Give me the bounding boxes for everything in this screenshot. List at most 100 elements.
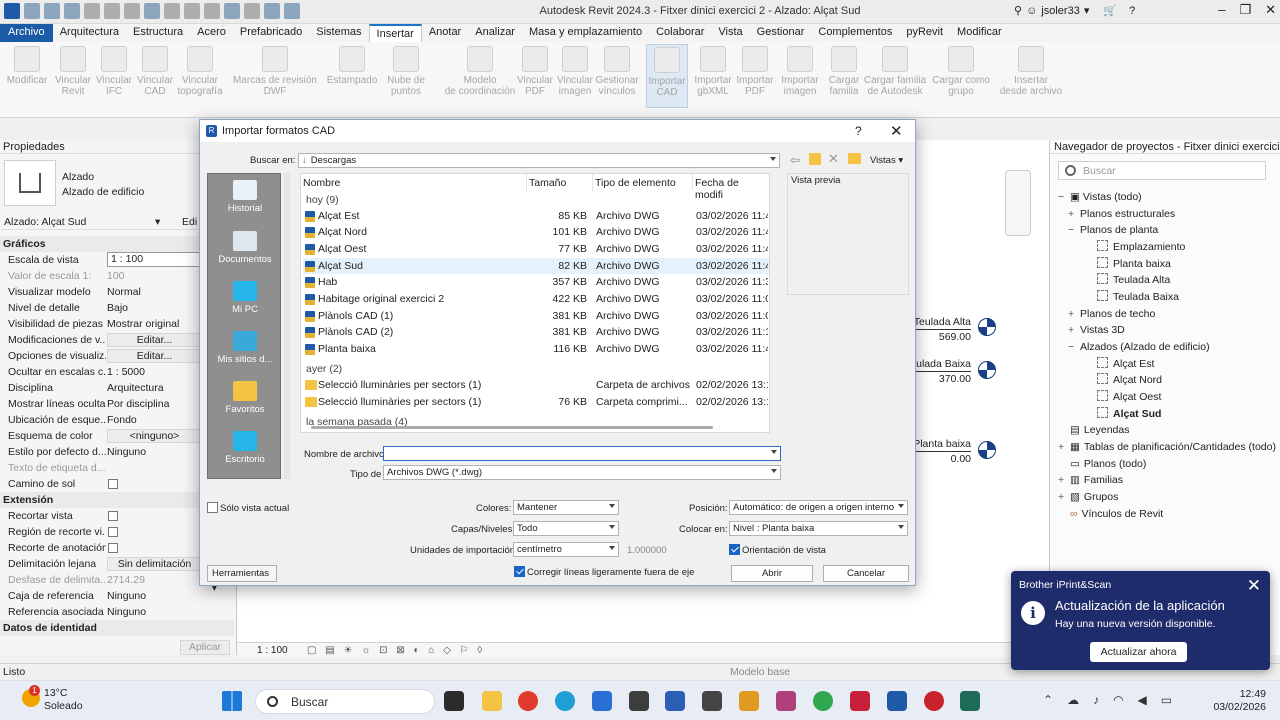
file-explorer-icon[interactable]	[482, 691, 502, 711]
views-menu-button[interactable]: Vistas ▾	[870, 155, 903, 166]
tree-revit-links[interactable]: ∞ Vínculos de Revit	[1070, 506, 1163, 522]
close-windows-icon[interactable]	[284, 3, 300, 19]
place-mis-sitios[interactable]: Mis sitios d...	[208, 331, 282, 365]
browser-search-input[interactable]: Buscar	[1058, 161, 1266, 180]
tree-ceiling-plans[interactable]: + Planos de techo	[1068, 306, 1155, 322]
scale-input[interactable]: 1 : 100	[107, 252, 202, 267]
tree-groups[interactable]: + ▧ Grupos	[1058, 489, 1118, 505]
column-tipo[interactable]: Tipo de elemento	[593, 174, 693, 191]
filename-input[interactable]	[383, 446, 781, 461]
user-account[interactable]: ⚲ ☺ jsoler33 ▾ 🛒 ?	[1014, 4, 1135, 18]
help-icon[interactable]: ?	[1129, 5, 1135, 17]
tab-anotar[interactable]: Anotar	[422, 24, 468, 42]
sync-icon[interactable]	[84, 3, 100, 19]
crop-view-checkbox[interactable]	[108, 511, 118, 521]
color-scheme-button[interactable]: <ninguno>	[107, 429, 202, 443]
place-documentos[interactable]: Documentos	[208, 231, 282, 265]
colors-select[interactable]: Mantener	[513, 500, 619, 515]
navigation-bar[interactable]	[1005, 170, 1031, 236]
ribbon-modificar[interactable]: Modificar	[2, 46, 52, 86]
help-button[interactable]: ?	[855, 124, 862, 138]
file-row[interactable]: Plànols CAD (2) 381 KB Archivo DWG 03/02/20…	[303, 324, 769, 340]
system-tray[interactable]: ⌃ ☁ ♪ ◠ ◀ ▭	[1043, 693, 1172, 707]
tree-item-alcat-nord[interactable]: Alçat Nord	[1097, 372, 1162, 388]
ribbon-modelo-coordinacion[interactable]: Modelo de coordinación	[440, 46, 520, 97]
file-row[interactable]: Alçat Oest 77 KB Archivo DWG 03/02/2026 11:…	[303, 241, 769, 257]
level-head-icon[interactable]	[978, 441, 996, 459]
level-head-icon[interactable]	[978, 361, 996, 379]
close-icon[interactable]: ✕	[1265, 2, 1276, 18]
file-row[interactable]: Selecció lluminàries per sectors (1) 76 K…	[303, 394, 769, 410]
file-row[interactable]: Habitage original exercici 2 422 KB Archiv…	[303, 291, 769, 307]
view-control-icons[interactable]: ▢ ▤ ☀ ☼ ⊡ ⊠ ◐ ⌂ ◇ ⚐ ◊	[307, 645, 485, 656]
column-nombre[interactable]: Nombre	[301, 174, 527, 191]
column-fecha[interactable]: Fecha de modifi	[693, 174, 769, 201]
horizontal-scrollbar[interactable]	[311, 426, 713, 429]
dwg-viewer-icon[interactable]	[702, 691, 722, 711]
tree-schedules[interactable]: + ▦ Tablas de planificación/Cantidades (to…	[1058, 439, 1276, 455]
ribbon-insertar-archivo[interactable]: Insertar desde archivo	[998, 46, 1064, 97]
open-icon[interactable]	[44, 3, 60, 19]
ribbon-cargar-grupo[interactable]: Cargar como grupo	[930, 46, 992, 97]
tab-vista[interactable]: Vista	[711, 24, 749, 42]
ribbon-importar-cad[interactable]: Importar CAD	[646, 44, 688, 108]
file-row[interactable]: Planta baixa 116 KB Archivo DWG 03/02/2026 …	[303, 341, 769, 357]
windows-start-icon[interactable]	[222, 691, 242, 711]
tab-pyrevit[interactable]: pyRevit	[899, 24, 950, 42]
task-view-icon[interactable]	[444, 691, 464, 711]
edit-display-button[interactable]: Editar...	[107, 349, 202, 363]
crop-region-checkbox[interactable]	[108, 527, 118, 537]
layers-select[interactable]: Todo	[513, 521, 619, 536]
tab-sistemas[interactable]: Sistemas	[309, 24, 368, 42]
places-scrollbar[interactable]	[284, 173, 290, 479]
print-icon[interactable]	[144, 3, 160, 19]
apply-button[interactable]: Aplicar	[180, 640, 230, 655]
word-icon[interactable]	[665, 691, 685, 711]
tree-item-alcat-est[interactable]: Alçat Est	[1097, 356, 1154, 372]
record-icon[interactable]	[924, 691, 944, 711]
redo-icon[interactable]	[124, 3, 140, 19]
weather-widget[interactable]: 1 13°C Soleado	[22, 685, 83, 713]
units-select[interactable]: centímetro	[513, 542, 619, 557]
sun-path-checkbox[interactable]	[108, 479, 118, 489]
maximize-icon[interactable]: ❐	[1239, 2, 1251, 18]
tab-prefabricado[interactable]: Prefabricado	[233, 24, 309, 42]
place-favoritos[interactable]: Favoritos	[208, 381, 282, 415]
ribbon-vincular-cad[interactable]: Vincular CAD	[130, 46, 180, 97]
tree-item-alcat-oest[interactable]: Alçat Oest	[1097, 389, 1161, 405]
ribbon-nube-puntos[interactable]: Nube de puntos	[381, 46, 431, 97]
place-escritorio[interactable]: Escritorio	[208, 431, 282, 465]
tree-item-teulada-baixa[interactable]: Teulada Baixa	[1097, 289, 1179, 305]
file-row[interactable]: Alçat Nord 101 KB Archivo DWG 03/02/2026 11…	[303, 224, 769, 240]
ribbon-marcas-revision[interactable]: Marcas de revisión DWF	[232, 46, 318, 97]
tree-item-planta-baixa[interactable]: Planta baixa	[1097, 256, 1171, 272]
cart-icon[interactable]: 🛒	[1103, 4, 1117, 17]
autocad-icon[interactable]	[850, 691, 870, 711]
annotation-crop-checkbox[interactable]	[108, 543, 118, 553]
tag-icon[interactable]	[204, 3, 220, 19]
tab-gestionar[interactable]: Gestionar	[750, 24, 812, 42]
open-button[interactable]: Abrir	[731, 565, 813, 582]
group-header-yesterday[interactable]: ayer (2)	[306, 363, 342, 375]
tab-arquitectura[interactable]: Arquitectura	[53, 24, 126, 42]
file-row[interactable]: Alçat Sud 82 KB Archivo DWG 03/02/2026 11:4	[303, 258, 769, 274]
tab-modificar[interactable]: Modificar	[950, 24, 1009, 42]
group-header-today[interactable]: hoy (9)	[306, 194, 339, 206]
dimension-icon[interactable]	[184, 3, 200, 19]
paint-icon[interactable]	[776, 691, 796, 711]
level-planta-baixa[interactable]: Planta baixa 0.00	[907, 438, 971, 465]
tools-menu-button[interactable]: Herramientas ▾	[207, 565, 277, 594]
tree-floor-plans[interactable]: − Planos de planta	[1068, 222, 1158, 238]
back-icon[interactable]: ⇦	[790, 153, 800, 167]
prop-row[interactable]: Caja de referencia Ninguno	[0, 588, 234, 604]
tree-families[interactable]: + ▥ Familias	[1058, 472, 1123, 488]
section-identidad[interactable]: Datos de identidad	[0, 620, 234, 636]
place-mi-pc[interactable]: Mi PC	[208, 281, 282, 315]
revit-taskbar-icon[interactable]	[887, 691, 907, 711]
update-now-button[interactable]: Actualizar ahora	[1090, 642, 1187, 662]
revit-logo-icon[interactable]	[4, 3, 20, 19]
correct-lines-checkbox[interactable]	[514, 566, 525, 577]
level-head-icon[interactable]	[978, 318, 996, 336]
prop-row[interactable]: Referencia asociada Ninguno	[0, 604, 234, 620]
mail-icon[interactable]	[629, 691, 649, 711]
